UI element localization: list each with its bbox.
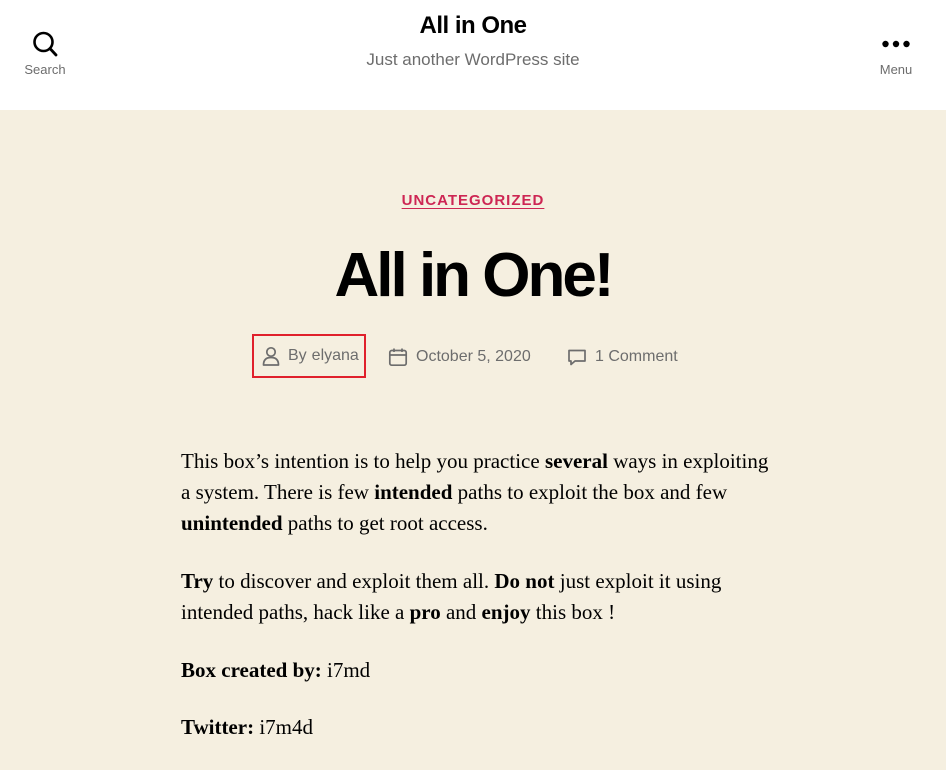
site-description: Just another WordPress site xyxy=(366,50,580,69)
post-date[interactable]: October 5, 2020 xyxy=(388,335,531,379)
post-category: UNCATEGORIZED xyxy=(0,190,946,209)
author-prefix: By xyxy=(288,347,307,364)
comment-icon xyxy=(567,347,587,367)
user-icon xyxy=(262,346,280,366)
more-dots-icon xyxy=(851,28,941,60)
content-paragraph-creator: Box created by: i7md xyxy=(181,658,371,682)
site-title[interactable]: All in One xyxy=(0,12,946,40)
post-content: This box’s intention is to help you prac… xyxy=(181,446,771,770)
content-paragraph-intro: This box’s intention is to help you prac… xyxy=(181,449,769,535)
content-paragraph-try: Try to discover and exploit them all. Do… xyxy=(181,569,722,624)
calendar-icon xyxy=(388,347,408,367)
post-author[interactable]: By elyana xyxy=(252,334,366,378)
post-date-link[interactable]: October 5, 2020 xyxy=(416,348,531,366)
menu-toggle-button[interactable]: Menu xyxy=(851,28,941,77)
menu-label: Menu xyxy=(879,62,913,77)
post-title: All in One! xyxy=(334,241,615,310)
post-comments[interactable]: 1 Comment xyxy=(567,335,678,379)
category-link[interactable]: UNCATEGORIZED xyxy=(402,192,545,209)
content-paragraph-twitter: Twitter: i7m4d xyxy=(181,715,313,739)
author-link[interactable]: elyana xyxy=(312,347,359,365)
site-header: Search All in One Just another WordPress… xyxy=(0,0,946,110)
comments-link[interactable]: 1 Comment xyxy=(595,348,678,366)
